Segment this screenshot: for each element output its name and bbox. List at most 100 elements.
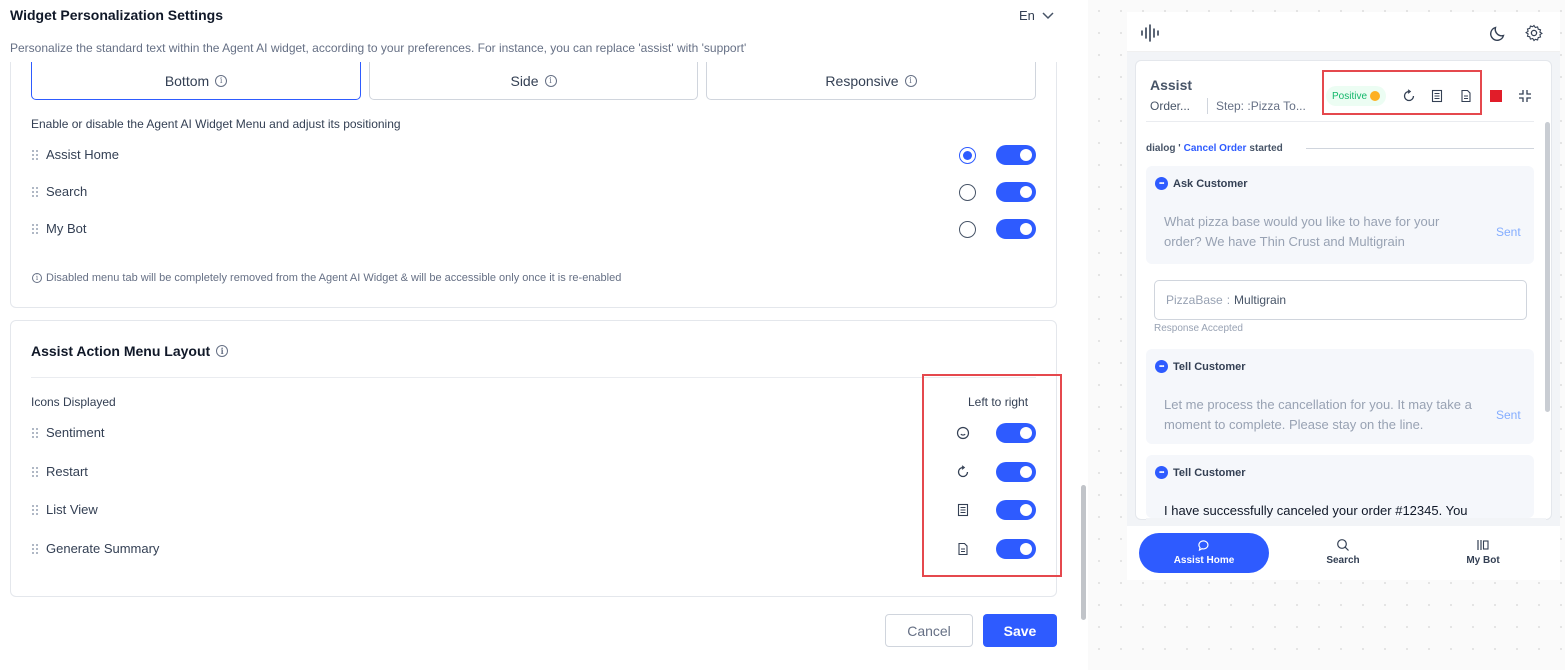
restart-icon[interactable]	[1401, 88, 1417, 104]
sentiment-label: Positive	[1332, 90, 1368, 102]
toggle-list-view[interactable]	[996, 500, 1036, 520]
drag-handle-icon[interactable]	[32, 223, 38, 234]
drag-handle-icon[interactable]	[32, 427, 38, 438]
action-item-list-view[interactable]: List View	[32, 502, 98, 517]
toggle-generate-summary[interactable]	[996, 539, 1036, 559]
clip-mask	[1146, 518, 1546, 526]
list-view-icon[interactable]	[1429, 88, 1445, 104]
drag-handle-icon[interactable]	[32, 504, 38, 515]
toggle-my-bot[interactable]	[996, 219, 1036, 239]
menu-item-assist-home[interactable]: Assist Home	[32, 147, 119, 162]
toggle-sentiment[interactable]	[996, 423, 1036, 443]
action-menu-title: Assist Action Menu Layout i	[31, 343, 229, 359]
nav-search[interactable]: Search	[1303, 538, 1383, 566]
gear-icon[interactable]	[1524, 23, 1544, 43]
chat-icon	[1155, 177, 1168, 190]
message-text: Let me process the cancellation for you.…	[1164, 395, 1472, 435]
tab-label: Side	[510, 72, 539, 89]
info-icon: i	[215, 74, 228, 87]
action-item-sentiment[interactable]: Sentiment	[32, 425, 105, 440]
order-label: Order...	[1150, 99, 1191, 113]
language-value: En	[1019, 8, 1035, 23]
menu-section-label: Enable or disable the Agent AI Widget Me…	[31, 117, 401, 131]
action-item-label: Restart	[46, 464, 88, 479]
minimize-icon[interactable]	[1517, 88, 1533, 104]
action-menu-card	[10, 320, 1057, 597]
action-item-label: Generate Summary	[46, 541, 160, 556]
field-key: PizzaBase	[1166, 293, 1223, 307]
step-label: Step: :Pizza To...	[1216, 99, 1306, 113]
drag-handle-icon[interactable]	[32, 543, 38, 554]
tab-bottom[interactable]: Bottom i	[31, 62, 361, 100]
divider	[31, 377, 1036, 378]
default-radio-my-bot[interactable]	[959, 221, 976, 238]
restart-icon	[955, 464, 971, 480]
action-item-label: List View	[46, 502, 98, 517]
menu-item-label: Search	[46, 184, 88, 199]
tab-label: Responsive	[825, 72, 899, 89]
message-line: What pizza base would you like to have f…	[1164, 214, 1440, 229]
message-line: moment to complete. Please stay on the l…	[1164, 417, 1424, 432]
voice-wave-icon	[1140, 24, 1160, 42]
drag-handle-icon[interactable]	[32, 466, 38, 477]
dialog-name[interactable]: Cancel Order	[1184, 143, 1247, 154]
info-icon: i	[32, 273, 42, 283]
action-menu-title-text: Assist Action Menu Layout	[31, 343, 211, 359]
assist-title: Assist	[1150, 77, 1193, 93]
action-item-generate-summary[interactable]: Generate Summary	[32, 541, 159, 556]
default-radio-search[interactable]	[959, 184, 976, 201]
divider	[1146, 121, 1534, 122]
nav-assist-home[interactable]: Assist Home	[1164, 538, 1244, 566]
chat-bubble-icon	[1198, 540, 1209, 552]
widget-scrollbar[interactable]	[1545, 122, 1550, 412]
bot-library-icon	[1477, 540, 1489, 550]
pizza-base-field[interactable]: PizzaBase : Multigrain	[1154, 280, 1527, 320]
menu-item-my-bot[interactable]: My Bot	[32, 221, 86, 236]
tab-side[interactable]: Side i	[369, 62, 698, 100]
message-text: What pizza base would you like to have f…	[1164, 212, 1439, 252]
message-header: Tell Customer	[1155, 466, 1246, 479]
nav-my-bot[interactable]: My Bot	[1443, 538, 1523, 566]
page-title: Widget Personalization Settings	[10, 7, 224, 23]
toggle-search[interactable]	[996, 182, 1036, 202]
scrollbar[interactable]	[1081, 485, 1086, 620]
message-header: Ask Customer	[1155, 177, 1248, 190]
sent-status: Sent	[1496, 408, 1521, 422]
smiley-icon	[955, 425, 971, 441]
sent-status: Sent	[1496, 225, 1521, 239]
cancel-button[interactable]: Cancel	[885, 614, 973, 647]
save-button[interactable]: Save	[983, 614, 1057, 647]
message-header: Tell Customer	[1155, 360, 1246, 373]
moon-icon[interactable]	[1488, 23, 1508, 43]
action-item-restart[interactable]: Restart	[32, 464, 88, 479]
nav-label: Assist Home	[1173, 555, 1235, 566]
list-view-icon	[955, 502, 971, 518]
default-radio-assist-home[interactable]	[959, 147, 976, 164]
menu-note-text: Disabled menu tab will be completely rem…	[46, 272, 622, 284]
action-item-label: Sentiment	[46, 425, 105, 440]
tab-label: Bottom	[164, 72, 210, 89]
nav-label: Search	[1326, 555, 1360, 566]
stop-icon[interactable]	[1490, 90, 1502, 102]
direction-label: Left to right	[968, 395, 1029, 409]
menu-item-search[interactable]: Search	[32, 184, 87, 199]
tab-responsive[interactable]: Responsive i	[706, 62, 1036, 100]
chat-icon	[1155, 466, 1168, 479]
settings-panel: Widget Personalization Settings En Perso…	[0, 0, 1088, 670]
icons-displayed-label: Icons Displayed	[31, 395, 116, 409]
message-type: Tell Customer	[1173, 466, 1246, 479]
menu-note: i Disabled menu tab will be completely r…	[32, 272, 621, 284]
toggle-restart[interactable]	[996, 462, 1036, 482]
summary-doc-icon[interactable]	[1458, 88, 1474, 104]
menu-item-label: My Bot	[46, 221, 87, 236]
divider	[1306, 148, 1534, 149]
drag-handle-icon[interactable]	[32, 149, 38, 160]
page-subtitle: Personalize the standard text within the…	[10, 41, 747, 55]
drag-handle-icon[interactable]	[32, 186, 38, 197]
chat-icon	[1155, 360, 1168, 373]
toggle-assist-home[interactable]	[996, 145, 1036, 165]
search-icon	[1337, 539, 1349, 551]
dialog-started-line: dialog ' Cancel Order started	[1146, 143, 1283, 154]
sentiment-badge[interactable]: Positive	[1326, 86, 1387, 106]
language-select[interactable]: En	[1019, 8, 1054, 23]
